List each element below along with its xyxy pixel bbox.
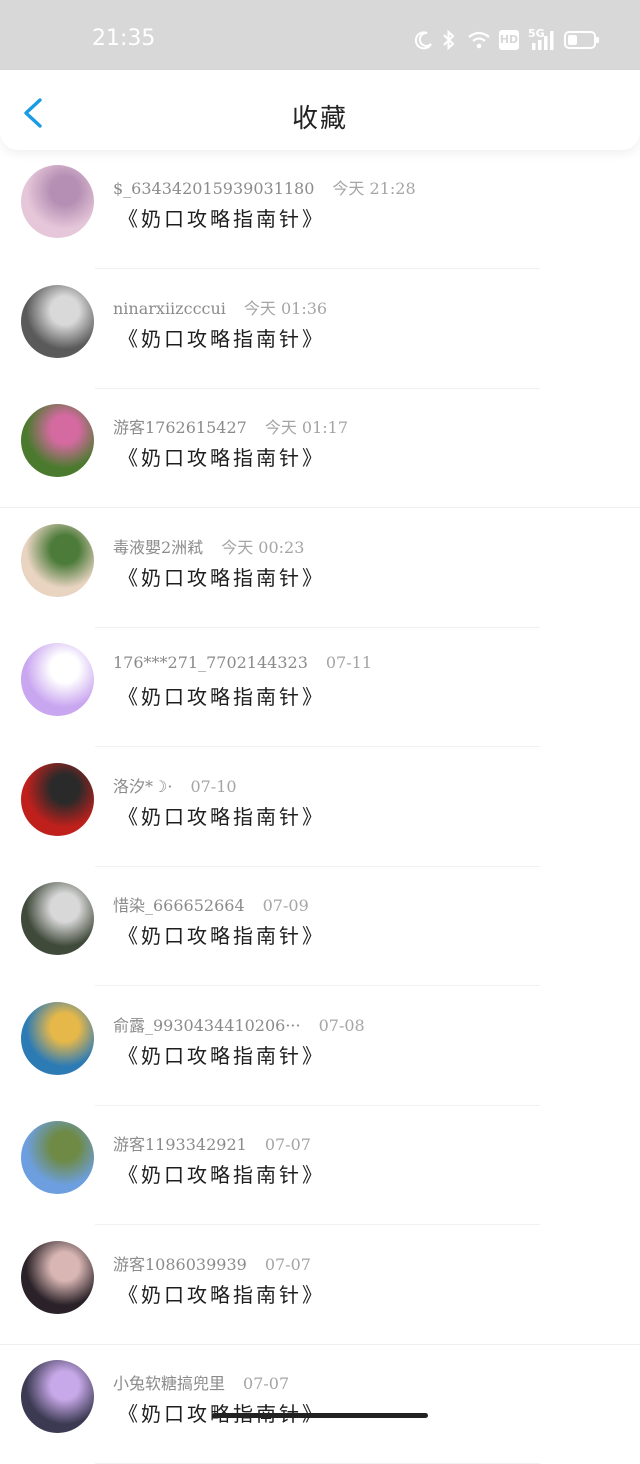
user-avatar[interactable]: [21, 643, 94, 716]
item-date: 07-07: [264, 1135, 311, 1154]
item-title[interactable]: 《奶口攻略指南针》: [118, 323, 325, 352]
page-title: 收藏: [291, 104, 348, 134]
item-meta: 惜染_666652664 07-09: [113, 892, 309, 916]
username[interactable]: 小兔软糖搞兜里: [113, 1374, 225, 1393]
username[interactable]: 游客1762615427: [113, 418, 247, 437]
item-date: 今天 01:17: [264, 418, 349, 437]
home-indicator: [212, 1413, 428, 1418]
signal-icon: [532, 31, 554, 50]
username[interactable]: 游客1086039939: [113, 1255, 247, 1274]
username[interactable]: 俞露_9930434410206···: [113, 1016, 301, 1035]
item-title[interactable]: 《奶口攻略指南针》: [118, 801, 325, 830]
item-meta: $_634342015939031180 今天 21:28: [113, 175, 416, 199]
favorite-list-item[interactable]: 游客1086039939 07-07 《奶口攻略指南针》: [0, 1226, 640, 1345]
favorite-list-item[interactable]: 游客1762615427 今天 01:17 《奶口攻略指南针》: [0, 389, 640, 508]
item-title[interactable]: 《奶口攻略指南针》: [118, 681, 325, 710]
favorite-list-item[interactable]: 小兔软糖搞兜里07-07《奶口攻略指南针》: [0, 1345, 640, 1464]
item-meta: 游客1086039939 07-07: [113, 1251, 311, 1275]
username[interactable]: 洛汐*☽·: [113, 777, 172, 796]
user-avatar[interactable]: [21, 1360, 94, 1433]
bluetooth-icon: [443, 29, 455, 51]
favorite-list-item[interactable]: 俞露_9930434410206··· 07-08 《奶口攻略指南针》: [0, 987, 640, 1106]
user-avatar[interactable]: [21, 1121, 94, 1194]
user-avatar[interactable]: [21, 165, 94, 238]
item-date: 今天 01:36: [243, 298, 328, 318]
item-title[interactable]: 《奶口攻略指南针》: [118, 920, 325, 949]
favorite-list-item[interactable]: ninarxiizcccui 今天 01:36 《奶口攻略指南针》: [0, 270, 640, 389]
item-meta: 洛汐*☽· 07-10: [113, 773, 237, 797]
user-avatar[interactable]: [21, 882, 94, 955]
username[interactable]: 毒液嬰2洲弒: [113, 538, 203, 557]
username[interactable]: 176***271_7702144323: [113, 653, 308, 672]
header-bar: 收藏: [0, 70, 640, 150]
item-meta: ninarxiizcccui 今天 01:36: [113, 295, 327, 319]
item-date: 今天 21:28: [332, 179, 416, 198]
status-time: 21:35: [92, 26, 156, 51]
hd-badge: HD: [499, 30, 519, 50]
item-meta: 小兔软糖搞兜里 07-07: [113, 1370, 289, 1394]
favorite-list-item[interactable]: 洛汐*☽· 07-10 《奶口攻略指南针》: [0, 748, 640, 867]
item-date: 07-09: [262, 896, 309, 915]
item-meta: 俞露_9930434410206··· 07-08: [113, 1012, 365, 1036]
item-date: 07-07: [243, 1374, 290, 1393]
item-meta: 游客1193342921 07-07: [113, 1131, 311, 1155]
item-title[interactable]: 《奶口攻略指南针》: [118, 203, 325, 232]
item-title[interactable]: 《奶口攻略指南针》: [118, 442, 325, 471]
item-title[interactable]: 《奶口攻略指南针》: [118, 1279, 325, 1308]
user-avatar[interactable]: [21, 1001, 94, 1075]
item-date: 07-07: [264, 1254, 311, 1274]
user-avatar[interactable]: [21, 1240, 94, 1314]
battery-icon: [564, 31, 599, 49]
item-date: 今天 00:23: [221, 537, 305, 557]
item-meta: 毒液嬰2洲弒 今天 00:23: [113, 534, 304, 558]
favorite-list-item[interactable]: 176***271_7702144323 07-11 《奶口攻略指南针》: [0, 628, 640, 747]
user-avatar[interactable]: [21, 523, 94, 597]
user-avatar[interactable]: [21, 404, 94, 477]
username[interactable]: $_634342015939031180: [113, 179, 314, 198]
item-title[interactable]: 《奶口攻略指南针》: [118, 1040, 325, 1069]
favorite-list-item[interactable]: 游客1193342921 07-07 《奶口攻略指南针》: [0, 1106, 640, 1225]
user-avatar[interactable]: [21, 284, 94, 358]
favorite-list-item[interactable]: $_634342015939031180 今天 21:28 《奶口攻略指南针》: [0, 150, 640, 269]
item-date: 07-10: [190, 776, 237, 796]
item-date: 07-08: [318, 1015, 365, 1035]
wifi-icon: [468, 31, 490, 49]
username[interactable]: ninarxiizcccui: [113, 299, 226, 318]
item-title[interactable]: 《奶口攻略指南针》: [118, 1159, 325, 1188]
moon-icon: [414, 31, 432, 50]
favorite-list-item[interactable]: 毒液嬰2洲弒 今天 00:23 《奶口攻略指南针》: [0, 509, 640, 628]
item-date: 07-11: [325, 653, 372, 672]
username[interactable]: 游客1193342921: [113, 1135, 247, 1154]
status-bar: 21:35 HD 5G: [0, 0, 640, 70]
item-meta: 游客1762615427 今天 01:17: [113, 414, 348, 438]
favorite-list-item[interactable]: 惜染_666652664 07-09 《奶口攻略指南针》: [0, 867, 640, 986]
item-meta: 176***271_7702144323 07-11: [113, 653, 372, 672]
item-title[interactable]: 《奶口攻略指南针》: [118, 562, 325, 591]
username[interactable]: 惜染_666652664: [113, 896, 245, 915]
user-avatar[interactable]: [21, 762, 94, 836]
